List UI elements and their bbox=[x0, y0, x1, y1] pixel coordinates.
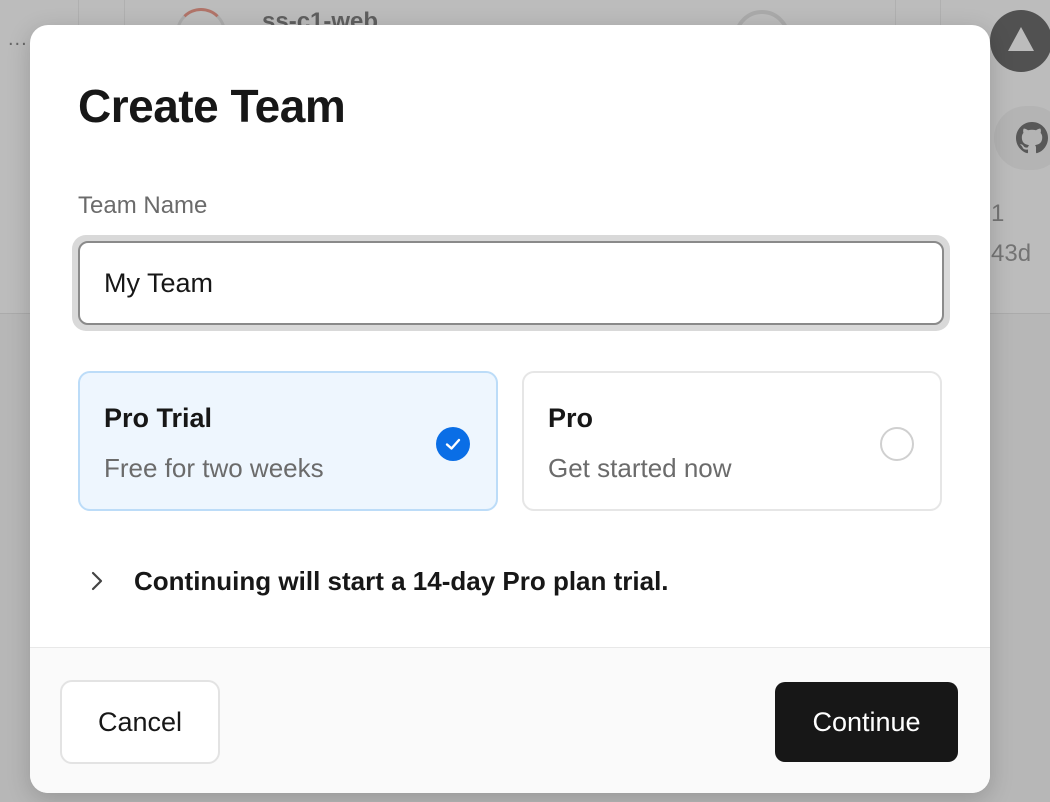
trial-info-disclosure[interactable]: Continuing will start a 14-day Pro plan … bbox=[86, 561, 669, 601]
dialog-title: Create Team bbox=[78, 80, 346, 132]
plan-description: Get started now bbox=[548, 453, 732, 483]
check-icon bbox=[445, 438, 461, 450]
create-team-dialog: Create Team Team Name Pro Trial Free for… bbox=[30, 25, 990, 793]
unselected-radio[interactable] bbox=[880, 427, 914, 461]
plan-name: Pro Trial bbox=[104, 403, 213, 433]
chevron-right-icon bbox=[91, 571, 103, 591]
continue-button[interactable]: Continue bbox=[775, 682, 958, 762]
team-name-focus-ring bbox=[72, 235, 950, 331]
plan-option-pro-trial[interactable]: Pro Trial Free for two weeks bbox=[78, 371, 498, 511]
plan-option-pro[interactable]: Pro Get started now bbox=[522, 371, 942, 511]
plan-description: Free for two weeks bbox=[104, 453, 324, 483]
trial-info-text: Continuing will start a 14-day Pro plan … bbox=[134, 565, 669, 596]
team-name-label: Team Name bbox=[78, 192, 208, 219]
selected-radio[interactable] bbox=[436, 427, 470, 461]
cancel-button[interactable]: Cancel bbox=[60, 680, 220, 764]
team-name-input[interactable] bbox=[78, 241, 944, 325]
plan-name: Pro bbox=[548, 403, 594, 433]
dialog-footer: Cancel Continue bbox=[30, 647, 990, 793]
